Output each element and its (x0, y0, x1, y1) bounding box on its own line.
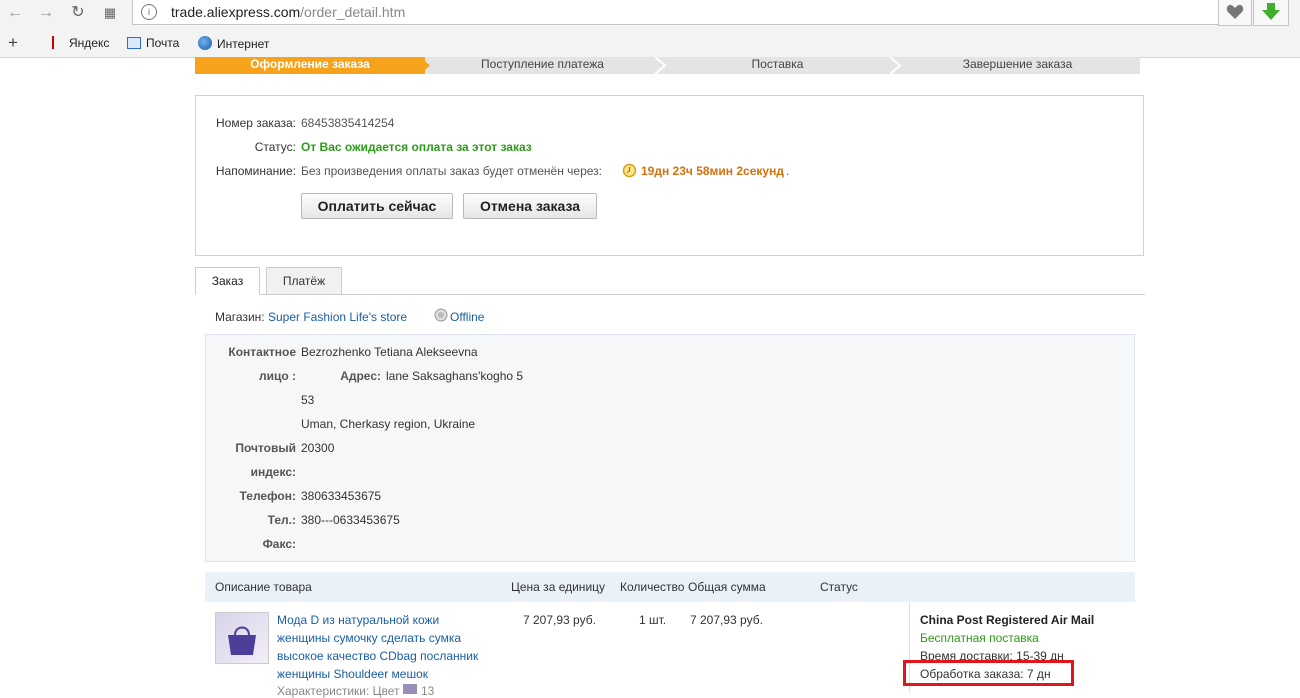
apps-grid-icon[interactable]: ▦ (100, 3, 120, 23)
download-icon[interactable] (1253, 0, 1289, 26)
postal-label: Почтовый (235, 441, 296, 455)
total-amount: 7 207,93 руб. (690, 613, 763, 627)
reminder-text: Без произведения оплаты заказ будет отме… (301, 164, 603, 178)
contact-label-2: лицо : (258, 369, 296, 383)
step-arrow-1 (420, 57, 430, 74)
tel-label: Тел.: (267, 513, 296, 527)
header-status: Статус (820, 580, 858, 594)
countdown-timer: 19дн 23ч 58мин 2секунд (641, 164, 784, 178)
product-title-link[interactable]: Мода D из натуральной кожи женщины сумоч… (277, 611, 478, 683)
step-shipping: Поставка (660, 57, 895, 74)
header-total: Общая сумма (688, 580, 766, 594)
store-offline-status[interactable]: Offline (450, 310, 484, 324)
step-order-placement: Оформление заказа (195, 57, 425, 74)
status-text: От Вас ожидается оплата за этот заказ (301, 140, 532, 154)
address-city: Uman, Cherkasy region, Ukraine (301, 417, 476, 431)
cancel-order-button[interactable]: Отмена заказа (463, 193, 597, 219)
order-number: 68453835414254 (301, 116, 395, 130)
handbag-icon (228, 626, 256, 655)
site-info-icon[interactable]: i (141, 4, 157, 20)
reload-icon[interactable]: ↻ (68, 3, 88, 23)
tab-payment[interactable]: Платёж (266, 267, 342, 295)
forward-icon[interactable]: → (36, 3, 56, 23)
unit-price: 7 207,93 руб. (523, 613, 596, 627)
step-arrow-2 (655, 57, 667, 74)
store-label: Магазин: (215, 310, 265, 324)
bookmark-mail[interactable]: Почта (127, 36, 179, 50)
tab-order[interactable]: Заказ (195, 267, 260, 295)
processing-time-highlight (903, 660, 1074, 686)
header-quantity: Количество (620, 580, 685, 594)
fax-label: Факс: (262, 537, 296, 551)
status-label: Статус: (254, 140, 296, 154)
step-payment: Поступление платежа (425, 57, 660, 74)
step-arrow-3 (890, 57, 902, 74)
shipping-address-block: Контактное лицо : Bezrozhenko Tetiana Al… (205, 334, 1135, 562)
bookmark-internet[interactable]: Интернет (198, 36, 269, 51)
mail-icon (127, 37, 141, 49)
add-bookmark-button[interactable]: + (8, 33, 18, 53)
shipping-method: China Post Registered Air Mail (920, 613, 1095, 627)
free-shipping: Бесплатная поставка (920, 631, 1039, 645)
contact-label: Контактное (228, 345, 296, 359)
heart-icon[interactable] (1218, 0, 1252, 26)
reminder-label: Напоминание: (215, 164, 296, 178)
store-link[interactable]: Super Fashion Life's store (268, 310, 407, 324)
color-value: 13 (421, 684, 435, 698)
header-description: Описание товара (215, 580, 312, 594)
postal-label-2: индекс: (250, 465, 296, 479)
back-icon[interactable]: ← (5, 3, 25, 23)
product-characteristics: Характеристики: Цвет (277, 684, 400, 698)
quantity: 1 шт. (639, 613, 667, 627)
tel-number: 380---0633453675 (301, 513, 400, 527)
order-summary-box: Номер заказа: 68453835414254 Статус: От … (195, 95, 1144, 256)
countdown-suffix: . (786, 164, 790, 178)
product-thumbnail[interactable] (215, 612, 269, 664)
pay-now-button[interactable]: Оплатить сейчас (301, 193, 453, 219)
chat-offline-icon[interactable] (433, 308, 449, 323)
step-complete: Завершение заказа (895, 57, 1140, 74)
address-bar[interactable]: i trade.aliexpress.com/order_detail.htm (132, 0, 1219, 25)
contact-name: Bezrozhenko Tetiana Alekseevna (301, 345, 478, 359)
phone-number: 380633453675 (301, 489, 382, 503)
yandex-icon (52, 36, 64, 49)
clock-icon (622, 163, 637, 178)
globe-icon (198, 36, 212, 50)
bookmark-yandex[interactable]: Яндекс (52, 36, 109, 50)
product-table-header: Описание товара Цена за единицу Количест… (205, 572, 1135, 602)
browser-toolbar: ← → ↻ ▦ i trade.aliexpress.com/order_det… (0, 0, 1300, 58)
address-house: 53 (301, 393, 315, 407)
url-text: trade.aliexpress.com/order_detail.htm (171, 4, 406, 20)
address-street: lane Saksaghans'kogho 5 (386, 369, 524, 383)
address-label: Адрес: (340, 369, 381, 383)
order-number-label: Номер заказа: (215, 116, 296, 130)
header-unit-price: Цена за единицу (511, 580, 606, 594)
phone-label: Телефон: (239, 489, 296, 503)
postal-code: 20300 (301, 441, 335, 455)
